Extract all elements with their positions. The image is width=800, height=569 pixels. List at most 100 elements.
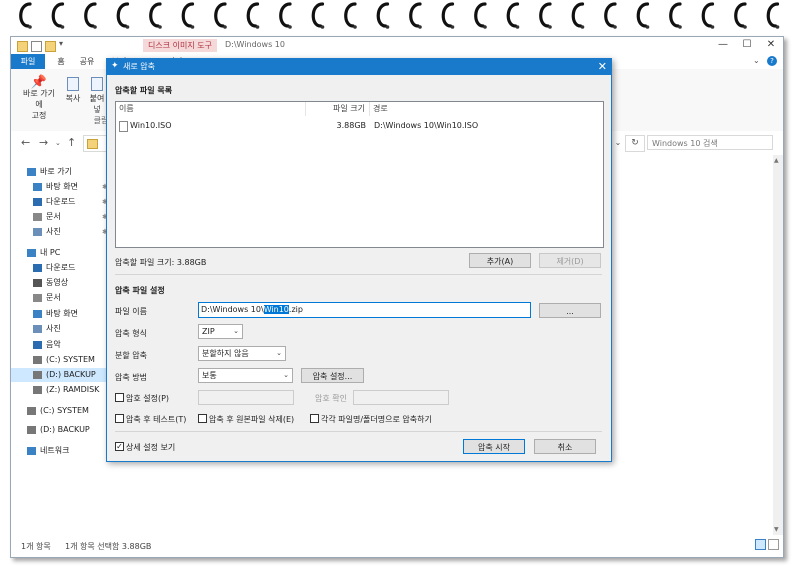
- sidebar-item-label: 바로 가기: [40, 167, 72, 176]
- tab-home[interactable]: 홈: [49, 54, 73, 69]
- password-input[interactable]: [198, 390, 294, 405]
- paste-label: 붙여넣: [89, 94, 105, 114]
- test-after-checkbox[interactable]: [115, 414, 124, 423]
- binding-ring: [604, 2, 617, 28]
- column-path[interactable]: 경로: [370, 102, 603, 116]
- file-list-section-title: 압축할 파일 목록: [115, 86, 173, 95]
- ribbon-expand-icon[interactable]: ⌄: [753, 56, 760, 65]
- show-details-label: 상세 설정 보기: [126, 443, 176, 452]
- binding-hole: [288, 25, 292, 29]
- search-input[interactable]: Windows 10 검색: [647, 135, 773, 150]
- binding-ring: [149, 2, 162, 28]
- sidebar-item[interactable]: 문서 ✱: [11, 210, 109, 224]
- drive-icon: [27, 426, 36, 434]
- sidebar-item[interactable]: 사진 ✱: [11, 225, 109, 239]
- properties-icon[interactable]: [31, 41, 42, 52]
- sidebar-item[interactable]: 문서: [11, 291, 109, 305]
- dialog-title: 새로 압축: [123, 62, 155, 71]
- binding-ring: [669, 2, 682, 28]
- total-size-label: 압축할 파일 크기: 3.88GB: [115, 258, 207, 267]
- desktop-icon: [33, 183, 42, 191]
- forward-arrow-icon[interactable]: →: [39, 136, 48, 149]
- password-confirm-input[interactable]: [353, 390, 449, 405]
- selection-info: 1개 항목 선택함 3.88GB: [65, 542, 152, 551]
- table-row[interactable]: Win10.ISO 3.88GB D:\Windows 10\Win10.ISO: [116, 119, 603, 133]
- tab-share[interactable]: 공유: [75, 54, 99, 69]
- sidebar-item[interactable]: (D:) BACKUP: [11, 423, 109, 437]
- method-select[interactable]: 보통 ⌄: [198, 368, 293, 383]
- copy-button[interactable]: 복사: [63, 77, 83, 104]
- refresh-icon[interactable]: ↻: [625, 135, 645, 152]
- sidebar-item[interactable]: 바로 가기: [11, 165, 109, 179]
- sidebar-item[interactable]: 내 PC: [11, 246, 109, 260]
- sidebar-item[interactable]: 바탕 화면: [11, 307, 109, 321]
- sidebar-item[interactable]: 다운로드 ✱: [11, 195, 109, 209]
- large-icons-view-icon[interactable]: [768, 539, 779, 550]
- split-select[interactable]: 분할하지 않음 ⌄: [198, 346, 286, 361]
- cancel-button[interactable]: 취소: [534, 439, 596, 454]
- binding-hole: [255, 25, 260, 29]
- sidebar-item[interactable]: (D:) BACKUP: [11, 368, 109, 382]
- binding-ring: [506, 2, 520, 28]
- new-folder-icon[interactable]: [45, 41, 56, 52]
- minimize-button[interactable]: —: [711, 38, 735, 52]
- close-icon[interactable]: ✕: [598, 59, 607, 75]
- sidebar-item[interactable]: 동영상: [11, 276, 109, 290]
- column-name[interactable]: 이름: [116, 102, 306, 116]
- close-window-button[interactable]: ✕: [759, 38, 783, 52]
- binding-ring: [636, 2, 650, 28]
- format-select[interactable]: ZIP ⌄: [198, 324, 243, 339]
- tab-file[interactable]: 파일: [11, 54, 45, 69]
- customize-toolbar-icon[interactable]: ▾: [59, 39, 63, 48]
- binding-hole: [710, 25, 715, 29]
- password-label: 암호 설정(P): [126, 394, 170, 403]
- vertical-scrollbar[interactable]: ▲ ▼: [773, 155, 783, 535]
- file-list[interactable]: 이름 파일 크기 경로 Win10.ISO 3.88GB D:\Windows …: [115, 101, 604, 248]
- start-compression-button[interactable]: 압축 시작: [463, 439, 525, 454]
- binding-hole: [418, 25, 422, 29]
- binding-hole: [28, 25, 32, 29]
- sidebar-item[interactable]: 바탕 화면 ✱: [11, 180, 109, 194]
- column-size[interactable]: 파일 크기: [306, 102, 370, 116]
- filename-input[interactable]: D:\Windows 10\Win10.zip: [198, 302, 531, 318]
- maximize-button[interactable]: ☐: [735, 38, 759, 52]
- up-arrow-icon[interactable]: ↑: [67, 136, 76, 149]
- address-dropdown-icon[interactable]: ⌄: [611, 135, 625, 150]
- binding-hole: [353, 25, 357, 29]
- back-arrow-icon[interactable]: ←: [21, 136, 30, 149]
- binding-hole: [678, 25, 682, 29]
- remove-button[interactable]: 제거(D): [539, 253, 601, 268]
- picture-icon: [33, 228, 42, 236]
- binding-ring: [84, 2, 97, 28]
- binding-ring: [246, 2, 260, 28]
- compress-each-checkbox[interactable]: [310, 414, 319, 423]
- delete-original-checkbox[interactable]: [198, 414, 207, 423]
- sidebar-item-label: (D:) BACKUP: [40, 425, 90, 434]
- sidebar-item[interactable]: 네트워크: [11, 444, 109, 458]
- sidebar-item[interactable]: 음악: [11, 338, 109, 352]
- quick-access-folder-icon[interactable]: [17, 41, 28, 52]
- network-icon: [27, 447, 36, 455]
- password-checkbox[interactable]: [115, 393, 124, 402]
- sidebar-item[interactable]: (Z:) RAMDISK: [11, 383, 109, 397]
- sidebar-item[interactable]: (C:) SYSTEM: [11, 404, 109, 418]
- password-confirm-label: 암호 확인: [315, 394, 347, 403]
- folder-icon: [87, 139, 98, 149]
- binding-hole: [320, 25, 325, 29]
- help-icon[interactable]: ?: [767, 56, 777, 66]
- paste-button[interactable]: 붙여넣: [87, 77, 107, 115]
- recent-locations-icon[interactable]: ⌄: [55, 139, 61, 147]
- binding-hole: [743, 25, 747, 29]
- details-view-icon[interactable]: [755, 539, 766, 550]
- pin-quick-access-button[interactable]: 📌 바로 가기에 고정: [21, 76, 57, 121]
- sidebar-item[interactable]: (C:) SYSTEM: [11, 353, 109, 367]
- binding-ring: [344, 2, 357, 28]
- binding-hole: [60, 25, 65, 29]
- show-details-checkbox[interactable]: ✓: [115, 442, 124, 451]
- add-button[interactable]: 추가(A): [469, 253, 531, 268]
- sidebar-item[interactable]: 다운로드: [11, 261, 109, 275]
- compression-settings-button[interactable]: 압축 설정...: [301, 368, 364, 383]
- browse-button[interactable]: ...: [539, 303, 601, 318]
- sidebar-item[interactable]: 사진: [11, 322, 109, 336]
- binding-hole: [775, 25, 780, 29]
